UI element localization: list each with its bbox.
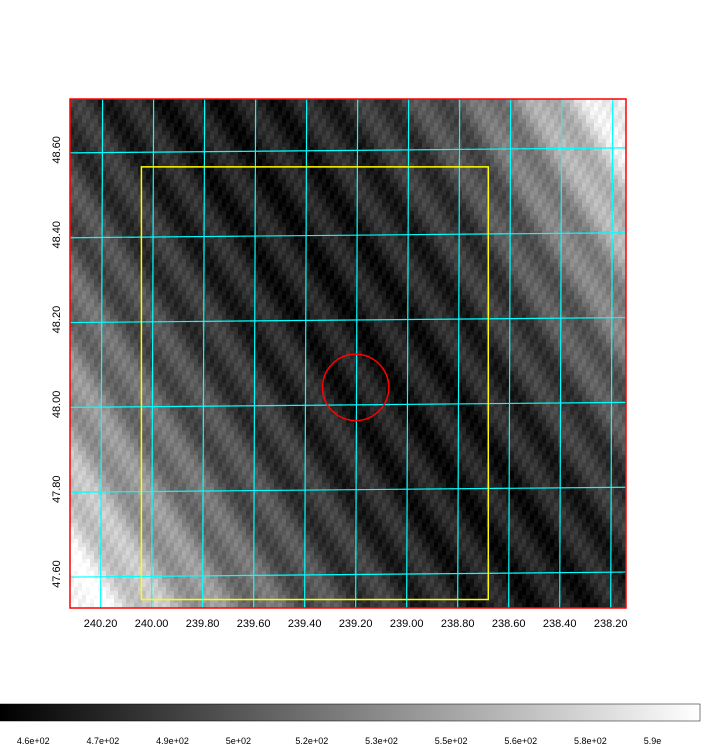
x-tick-label: 239.80 [186, 618, 220, 630]
y-tick-label: 48.40 [51, 221, 63, 249]
colorbar-tick-label: 4.7e+02 [86, 736, 119, 746]
x-tick-label: 239.60 [237, 618, 271, 630]
x-tick-label: 238.40 [543, 618, 577, 630]
colorbar-tick-label: 5.8e+02 [574, 736, 607, 746]
y-axis-tick-labels: 47.60 47.80 48.00 48.20 48.40 48.60 [51, 136, 63, 588]
colorbar-tick-label: 5.5e+02 [435, 736, 468, 746]
x-axis-tick-labels: 240.20 240.00 239.80 239.60 239.40 239.2… [84, 618, 628, 630]
colorbar-tick-label: 4.9e+02 [156, 736, 189, 746]
y-tick-label: 48.20 [51, 306, 63, 334]
colorbar-gradient-bar [0, 703, 701, 722]
sky-image-figure: 240.20 240.00 239.80 239.60 239.40 239.2… [0, 98, 701, 746]
x-tick-label: 240.00 [135, 618, 169, 630]
x-tick-label: 239.20 [339, 618, 373, 630]
colorbar-tick-labels: 4.6e+02 4.7e+02 4.9e+02 5e+02 5.2e+02 5.… [17, 736, 661, 746]
y-tick-label: 48.60 [51, 136, 63, 164]
x-tick-label: 239.00 [390, 618, 424, 630]
y-tick-label: 47.80 [51, 475, 63, 503]
colorbar-tick-label: 5.9e [644, 736, 662, 746]
x-tick-label: 238.80 [441, 618, 475, 630]
x-tick-label: 238.20 [594, 618, 628, 630]
y-tick-label: 48.00 [51, 391, 63, 419]
y-tick-label: 47.60 [51, 560, 63, 588]
colorbar-tick-label: 5e+02 [226, 736, 251, 746]
colorbar-tick-label: 4.6e+02 [17, 736, 50, 746]
x-tick-label: 239.40 [288, 618, 322, 630]
colorbar [0, 703, 701, 722]
colorbar-tick-label: 5.3e+02 [365, 736, 398, 746]
x-tick-label: 238.60 [492, 618, 526, 630]
colorbar-tick-label: 5.6e+02 [504, 736, 537, 746]
colorbar-tick-label: 5.2e+02 [295, 736, 328, 746]
x-tick-label: 240.20 [84, 618, 118, 630]
